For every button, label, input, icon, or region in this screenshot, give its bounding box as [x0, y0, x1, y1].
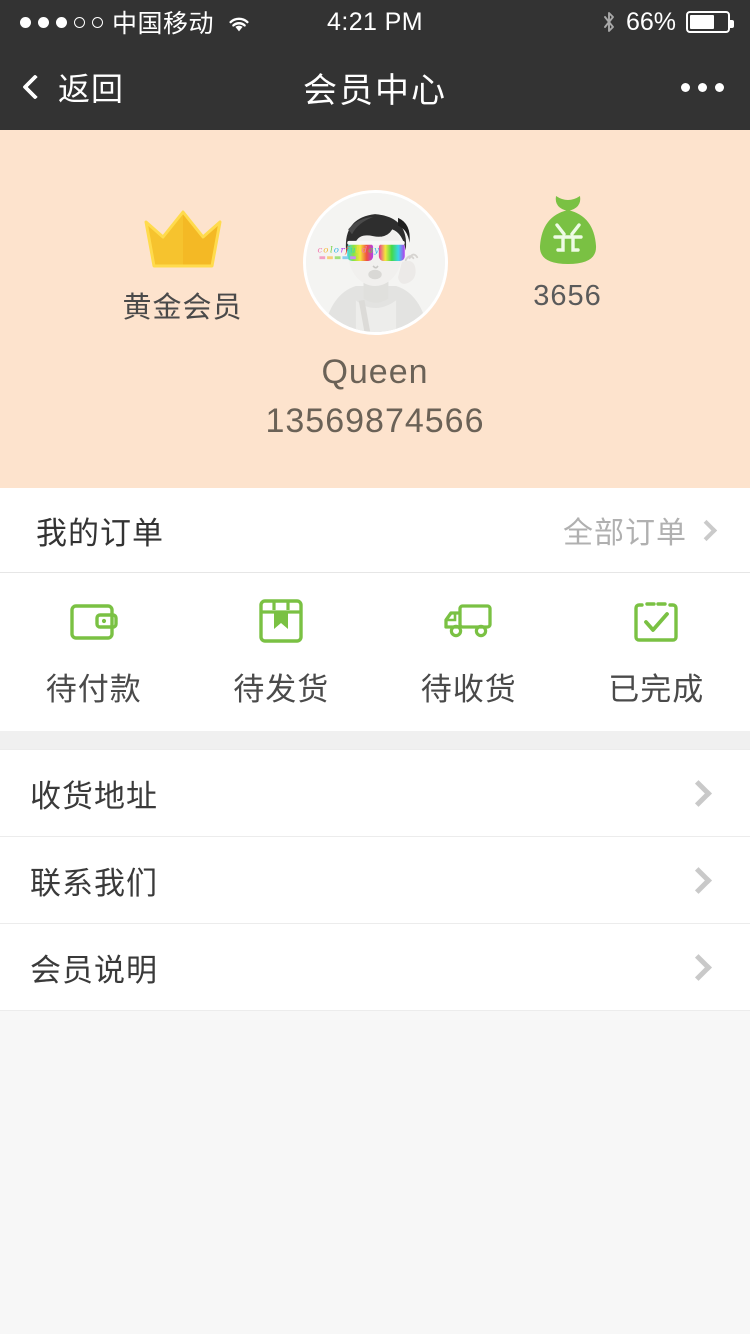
bluetooth-icon — [602, 11, 616, 33]
order-status-pending-receipt[interactable]: 待收货 — [375, 596, 563, 709]
page-background-filler — [0, 1011, 750, 1334]
order-status-label: 已完成 — [608, 671, 705, 707]
profile-top-row: 黄金会员 c o l o r f u l d a y 3656 — [0, 130, 750, 335]
menu-item-contact-us[interactable]: 联系我们 — [0, 837, 750, 924]
svg-text:u: u — [350, 245, 356, 255]
user-phone: 13569874566 — [265, 402, 485, 440]
order-status-completed[interactable]: 已完成 — [563, 596, 750, 709]
section-divider — [0, 731, 750, 749]
package-icon — [253, 596, 309, 646]
membership-level-label: 黄金会员 — [122, 292, 243, 324]
order-status-pending-shipment[interactable]: 待发货 — [188, 596, 376, 709]
back-button[interactable]: 返回 — [22, 64, 125, 110]
nav-bar: 返回 会员中心 — [0, 44, 750, 130]
wifi-icon — [226, 12, 252, 32]
more-dots-icon[interactable] — [681, 82, 724, 92]
points-value: 3656 — [533, 280, 602, 312]
chevron-right-icon — [685, 779, 712, 807]
order-status-label: 待收货 — [420, 671, 517, 707]
member-center-screen: 中国移动 4:21 PM 66% 返回 会员中心 黄金会员 c o l o r … — [0, 0, 750, 1334]
chevron-right-icon — [695, 519, 718, 541]
status-bar-right: 66% — [602, 7, 734, 37]
svg-text:o: o — [323, 245, 328, 255]
all-orders-label: 全部订单 — [563, 517, 687, 550]
all-orders-button[interactable]: 全部订单 — [563, 508, 718, 552]
profile-header: 黄金会员 c o l o r f u l d a y 3656 Queen 13… — [0, 130, 750, 488]
svg-text:d: d — [361, 245, 367, 255]
chevron-right-icon — [685, 866, 712, 894]
membership-level[interactable]: 黄金会员 — [75, 190, 290, 326]
status-bar: 中国移动 4:21 PM 66% — [0, 0, 750, 44]
settings-menu: 收货地址 联系我们 会员说明 — [0, 749, 750, 1011]
order-status-grid: 待付款 待发货 待收货 已完成 — [0, 573, 750, 731]
svg-text:l: l — [329, 245, 332, 255]
svg-text:y: y — [373, 245, 379, 255]
checklist-icon — [628, 596, 684, 646]
menu-item-membership-info[interactable]: 会员说明 — [0, 924, 750, 1011]
user-name: Queen — [321, 353, 429, 391]
back-button-label: 返回 — [58, 71, 125, 107]
order-status-pending-payment[interactable]: 待付款 — [0, 596, 188, 709]
wallet-icon — [66, 596, 122, 646]
svg-text:o: o — [333, 245, 338, 255]
crown-icon — [144, 190, 222, 268]
orders-card: 我的订单 全部订单 待付款 待发货 待收货 已完成 — [0, 488, 750, 731]
battery-percent: 66% — [625, 7, 676, 36]
chevron-right-icon — [685, 953, 712, 981]
status-bar-left: 中国移动 — [20, 4, 252, 40]
svg-text:c: c — [317, 245, 322, 255]
chevron-left-icon — [22, 74, 48, 100]
order-status-label: 待发货 — [233, 671, 330, 707]
order-status-label: 待付款 — [45, 671, 142, 707]
menu-item-label: 收货地址 — [30, 778, 158, 814]
truck-icon — [441, 596, 497, 646]
avatar[interactable]: co lo rf ul da y — [302, 190, 448, 335]
menu-item-label: 会员说明 — [30, 952, 158, 988]
svg-text:l: l — [355, 245, 358, 255]
money-bag-icon — [533, 190, 603, 268]
orders-header: 我的订单 全部订单 — [0, 488, 750, 573]
signal-strength-icon — [20, 16, 103, 28]
menu-item-label: 联系我们 — [30, 865, 158, 901]
menu-item-shipping-address[interactable]: 收货地址 — [0, 750, 750, 837]
avatar-column: co lo rf ul da y — [290, 190, 460, 335]
svg-text:a: a — [368, 245, 373, 255]
points-block[interactable]: 3656 — [460, 190, 675, 313]
carrier-name: 中国移动 — [112, 10, 215, 38]
battery-icon — [686, 11, 734, 33]
orders-title: 我的订单 — [36, 515, 164, 551]
